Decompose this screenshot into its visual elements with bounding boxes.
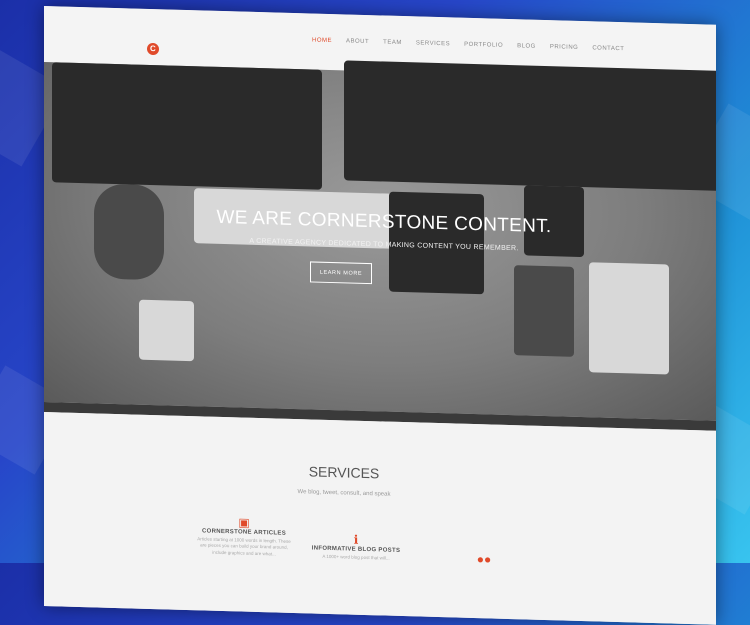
headphones <box>94 183 164 281</box>
nav-home[interactable]: HOME <box>312 37 332 44</box>
nav-pricing[interactable]: PRICING <box>550 44 579 51</box>
nav-about[interactable]: ABOUT <box>346 38 369 45</box>
users-icon: ●● <box>476 552 492 567</box>
notepad <box>589 262 669 375</box>
nav-portfolio[interactable]: PORTFOLIO <box>464 42 503 49</box>
trackpad <box>139 299 194 362</box>
logo-letter: C <box>150 43 156 54</box>
service-card: ▣ CORNERSTONE ARTICLES Articles starting… <box>194 514 294 558</box>
nav-blog[interactable]: BLOG <box>517 43 536 50</box>
services-section: SERVICES We blog, tweet, consult, and sp… <box>44 412 716 625</box>
website-screen: C HOME ABOUT TEAM SERVICES PORTFOLIO BLO… <box>44 6 716 625</box>
service-text: Articles starting at 1000 words in lengt… <box>197 536 291 557</box>
nav-team[interactable]: TEAM <box>383 39 402 46</box>
services-title: SERVICES <box>308 463 380 482</box>
service-card: ●● <box>434 551 534 568</box>
services-subtitle: We blog, tweet, consult, and speak <box>297 489 391 498</box>
main-nav: HOME ABOUT TEAM SERVICES PORTFOLIO BLOG … <box>312 37 624 52</box>
service-text: A 1000+ word blog post that will... <box>322 553 390 561</box>
hero-section: WE ARE CORNERSTONE CONTENT. A CREATIVE A… <box>44 60 716 421</box>
pen-case <box>514 265 574 357</box>
learn-more-button[interactable]: LEARN MORE <box>310 261 372 285</box>
brand-logo[interactable]: C <box>147 42 159 56</box>
nav-contact[interactable]: CONTACT <box>592 45 624 52</box>
monitor-left <box>52 62 322 190</box>
nav-services[interactable]: SERVICES <box>416 40 450 47</box>
service-card: ℹ INFORMATIVE BLOG POSTS A 1000+ word bl… <box>306 531 406 562</box>
monitor-right <box>344 60 716 191</box>
